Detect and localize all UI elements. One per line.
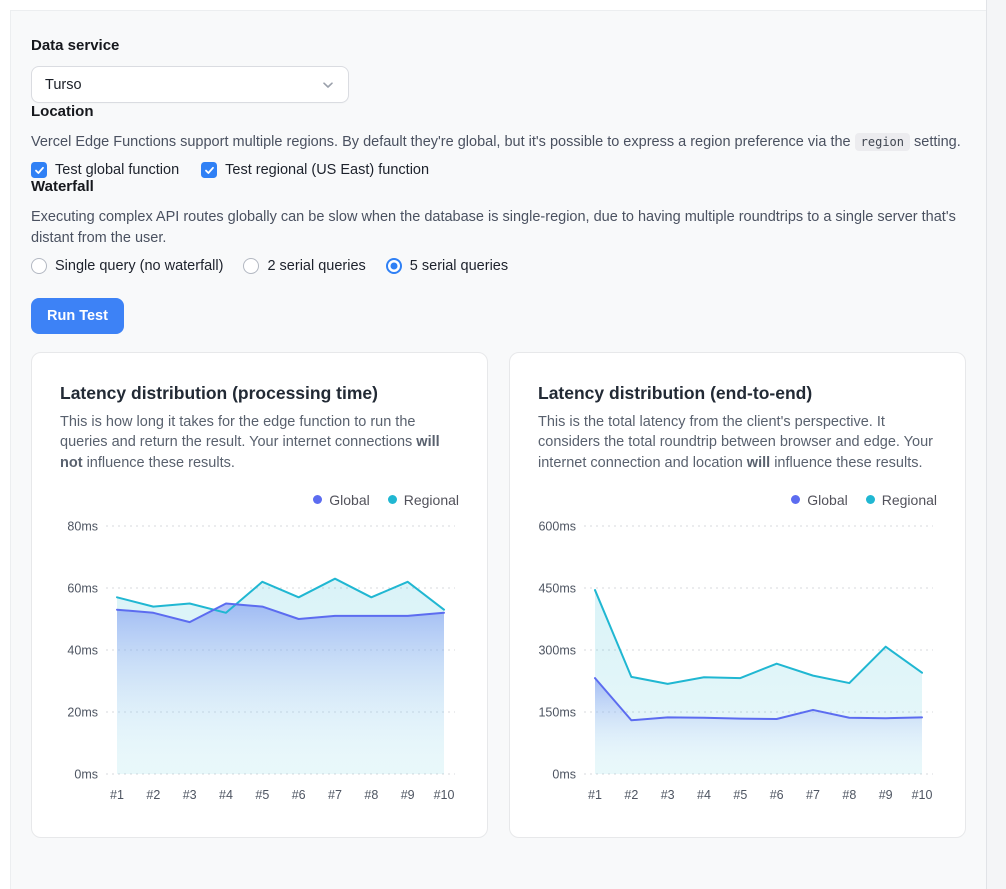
svg-text:80ms: 80ms — [67, 519, 98, 533]
svg-text:#2: #2 — [146, 788, 160, 802]
legend-label: Global — [329, 492, 369, 508]
svg-text:#6: #6 — [292, 788, 306, 802]
chart-description-bold: will — [747, 455, 770, 471]
checkbox-label: Test global function — [55, 162, 179, 178]
svg-text:#1: #1 — [110, 788, 124, 802]
radio-unselected-icon — [31, 258, 47, 274]
location-checkbox-group: Test global function Test regional (US E… — [31, 162, 966, 178]
svg-text:#5: #5 — [255, 788, 269, 802]
end-to-end-card: Latency distribution (end-to-end) This i… — [509, 352, 966, 838]
radio-label: 5 serial queries — [410, 258, 508, 274]
svg-text:300ms: 300ms — [538, 643, 576, 657]
svg-text:40ms: 40ms — [67, 643, 98, 657]
legend-label: Global — [807, 492, 847, 508]
waterfall-heading: Waterfall — [31, 178, 966, 195]
legend-item-regional: Regional — [388, 492, 459, 508]
chevron-down-icon — [321, 78, 335, 92]
svg-text:#7: #7 — [806, 788, 820, 802]
location-description-tail: setting. — [910, 134, 961, 150]
checkbox-test-regional[interactable]: Test regional (US East) function — [201, 162, 429, 178]
svg-text:600ms: 600ms — [538, 519, 576, 533]
location-description-text: Vercel Edge Functions support multiple r… — [31, 134, 855, 150]
chart-description-text: This is how long it takes for the edge f… — [60, 414, 416, 451]
region-code-chip: region — [855, 133, 910, 151]
radio-selected-icon — [386, 258, 402, 274]
chart-description: This is the total latency from the clien… — [538, 412, 936, 474]
radio-2-serial-queries[interactable]: 2 serial queries — [243, 258, 365, 274]
svg-text:#4: #4 — [219, 788, 233, 802]
svg-text:0ms: 0ms — [552, 767, 576, 781]
svg-text:#4: #4 — [697, 788, 711, 802]
latency-processing-chart[interactable]: 0ms 20ms 40ms 60ms 80ms #1 #2 #3 #4 #5 #6 #7 #8 #9 #10 — [60, 512, 461, 808]
svg-text:0ms: 0ms — [74, 767, 98, 781]
svg-text:#3: #3 — [183, 788, 197, 802]
svg-text:#9: #9 — [401, 788, 415, 802]
legend-dot-regional — [388, 495, 397, 504]
latency-end-to-end-chart[interactable]: 0ms 150ms 300ms 450ms 600ms #1 #2 #3 #4 #5 #6 #7 #8 #… — [538, 512, 939, 808]
svg-text:#10: #10 — [912, 788, 933, 802]
waterfall-radio-group: Single query (no waterfall) 2 serial que… — [31, 258, 966, 274]
chart-title: Latency distribution (processing time) — [60, 383, 459, 404]
chart-description-tail: influence these results. — [770, 455, 922, 471]
chart-title: Latency distribution (end-to-end) — [538, 383, 937, 404]
checkbox-checked-icon — [201, 162, 217, 178]
chart-description: This is how long it takes for the edge f… — [60, 412, 458, 474]
location-heading: Location — [31, 103, 966, 120]
radio-unselected-icon — [243, 258, 259, 274]
chart-legend: Global Regional — [538, 492, 937, 508]
main-content: Data service Turso Location Vercel Edge … — [10, 10, 986, 889]
radio-5-serial-queries[interactable]: 5 serial queries — [386, 258, 508, 274]
data-service-selected-value: Turso — [45, 77, 82, 93]
chart-legend: Global Regional — [60, 492, 459, 508]
svg-text:#2: #2 — [624, 788, 638, 802]
legend-dot-regional — [866, 495, 875, 504]
run-test-button[interactable]: Run Test — [31, 298, 124, 334]
legend-dot-global — [791, 495, 800, 504]
processing-time-card: Latency distribution (processing time) T… — [31, 352, 488, 838]
svg-text:450ms: 450ms — [538, 581, 576, 595]
radio-single-query[interactable]: Single query (no waterfall) — [31, 258, 223, 274]
legend-label: Regional — [404, 492, 459, 508]
svg-text:#9: #9 — [879, 788, 893, 802]
radio-label: 2 serial queries — [267, 258, 365, 274]
waterfall-description: Executing complex API routes globally ca… — [31, 207, 966, 248]
svg-text:20ms: 20ms — [67, 705, 98, 719]
radio-label: Single query (no waterfall) — [55, 258, 223, 274]
location-description: Vercel Edge Functions support multiple r… — [31, 132, 966, 152]
legend-label: Regional — [882, 492, 937, 508]
svg-text:#3: #3 — [661, 788, 675, 802]
svg-text:#8: #8 — [364, 788, 378, 802]
chart-description-tail: influence these results. — [83, 455, 235, 471]
legend-item-regional: Regional — [866, 492, 937, 508]
svg-text:#7: #7 — [328, 788, 342, 802]
legend-item-global: Global — [791, 492, 847, 508]
svg-text:#6: #6 — [770, 788, 784, 802]
checkbox-checked-icon — [31, 162, 47, 178]
checkbox-label: Test regional (US East) function — [225, 162, 429, 178]
svg-text:#10: #10 — [434, 788, 455, 802]
svg-text:150ms: 150ms — [538, 705, 576, 719]
legend-item-global: Global — [313, 492, 369, 508]
data-service-select[interactable]: Turso — [31, 66, 349, 103]
svg-text:#5: #5 — [733, 788, 747, 802]
svg-text:#1: #1 — [588, 788, 602, 802]
svg-text:60ms: 60ms — [67, 581, 98, 595]
checkbox-test-global[interactable]: Test global function — [31, 162, 179, 178]
svg-text:#8: #8 — [842, 788, 856, 802]
legend-dot-global — [313, 495, 322, 504]
charts-row: Latency distribution (processing time) T… — [31, 352, 966, 838]
data-service-heading: Data service — [31, 37, 966, 54]
scrollbar[interactable] — [986, 0, 1006, 889]
